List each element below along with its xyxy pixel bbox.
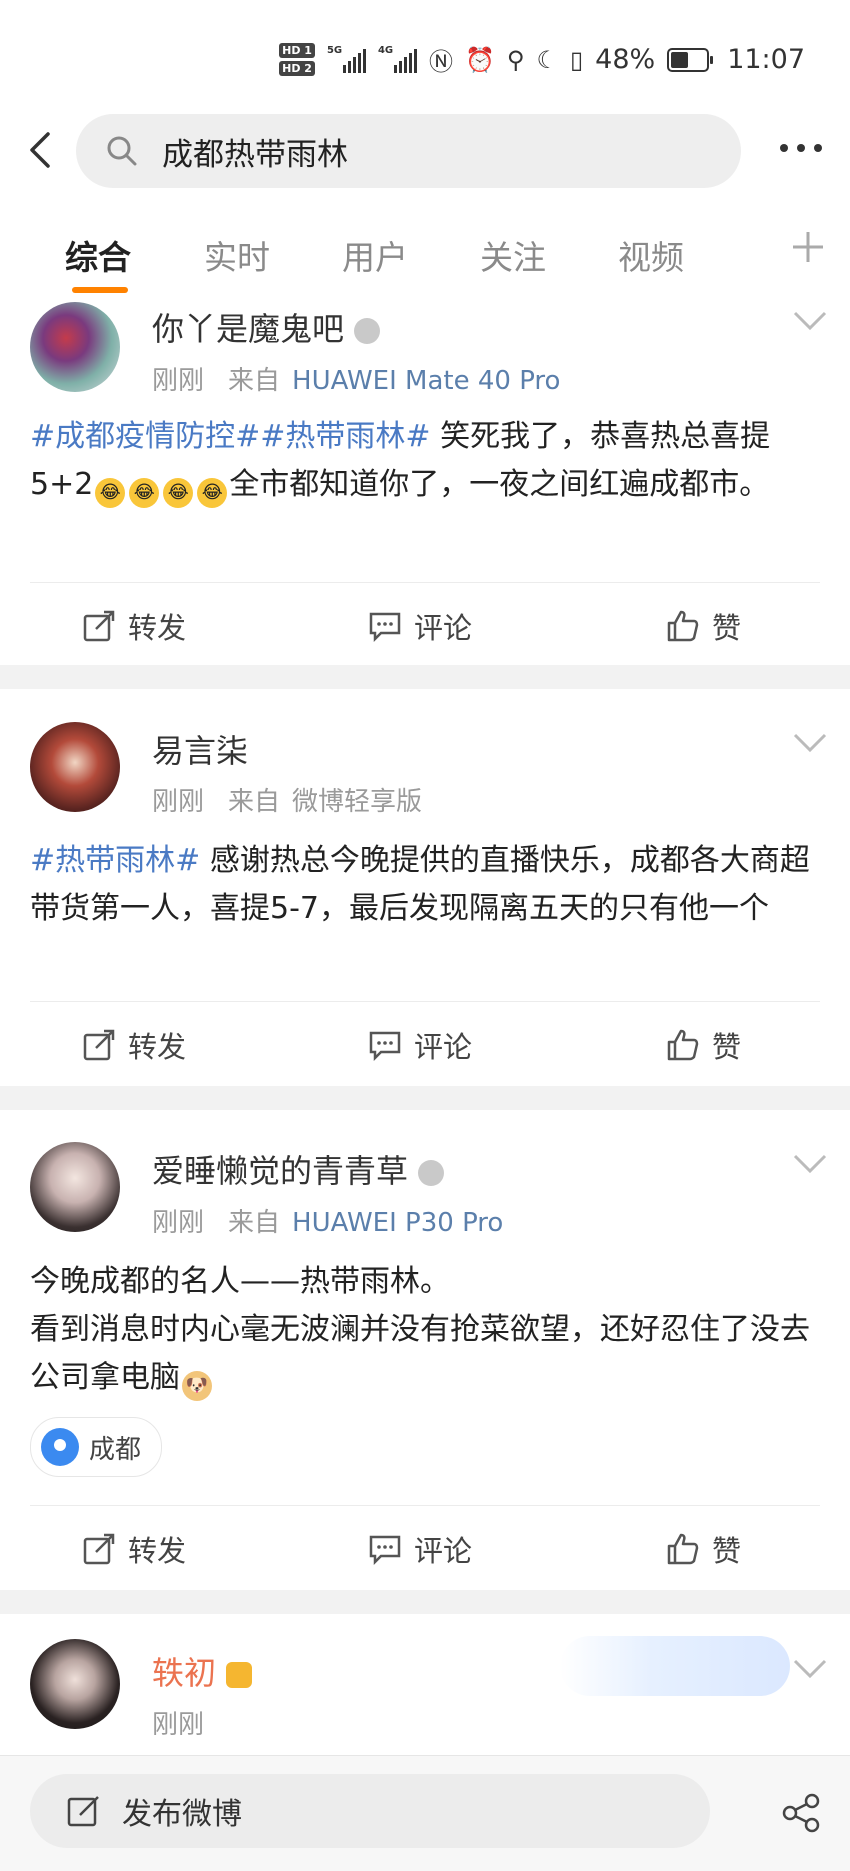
- like-button[interactable]: 赞: [666, 1528, 741, 1570]
- thumbs-up-icon: [667, 1533, 699, 1565]
- post-text: 今晚成都的名人——热带雨林。 看到消息时内心毫无波澜并没有抢菜欲望，还好忍住了没…: [30, 1258, 820, 1402]
- action-bar: 转发 评论 赞: [30, 1001, 820, 1082]
- username[interactable]: 爱睡懒觉的青青草: [152, 1146, 445, 1192]
- alarm-icon: ⏰: [464, 45, 495, 74]
- post-text: #热带雨林# 感谢热总今晚提供的直播快乐，成都各大商超带货第一人，喜提5-7，最…: [30, 843, 810, 926]
- share-icon[interactable]: [780, 1792, 822, 1834]
- battery-icon: [667, 47, 714, 72]
- username[interactable]: 易言柒: [152, 726, 248, 772]
- post-card: 轶初 刚刚: [0, 1614, 850, 1755]
- post-card: 你丫是魔鬼吧 刚刚 来自 HUAWEI Mate 40 Pro #成都疫情防控##热…: [0, 300, 850, 665]
- location-icon: ⚲: [506, 45, 525, 74]
- action-bar: 转发 评论 赞: [30, 582, 820, 663]
- tab-videos[interactable]: 视频: [618, 231, 684, 279]
- repost-button[interactable]: 转发: [82, 605, 186, 647]
- edit-icon: [67, 1796, 99, 1827]
- laugh-emoji-icon: 😂: [163, 478, 194, 508]
- chevron-down-icon[interactable]: [792, 732, 828, 754]
- thumbs-up-icon: [667, 610, 699, 642]
- hashtag-link[interactable]: #成都疫情防控##热带雨林#: [30, 419, 431, 454]
- divider: [0, 1086, 850, 1110]
- post-card: 爱睡懒觉的青青草 刚刚 来自 HUAWEI P30 Pro 今晚成都的名人——热带雨…: [0, 1110, 850, 1590]
- hashtag-link[interactable]: #热带雨林#: [30, 843, 200, 878]
- add-tab-icon[interactable]: [791, 230, 825, 264]
- username[interactable]: 你丫是魔鬼吧: [152, 304, 381, 350]
- status-bar: HD 1 HD 2 5G 4G Ⓝ ⏰ ⚲ ☾ ▯ 48% 11:07: [0, 0, 850, 115]
- laugh-emoji-icon: 😂: [95, 478, 126, 508]
- repost-button[interactable]: 转发: [82, 1024, 186, 1066]
- moon-icon: ☾: [536, 45, 558, 74]
- comment-button[interactable]: 评论: [368, 1024, 472, 1066]
- post-meta: 刚刚 来自 微博轻享版: [152, 787, 423, 817]
- avatar[interactable]: [30, 1142, 120, 1232]
- more-options-icon[interactable]: [780, 144, 822, 152]
- laugh-emoji-icon: 😂: [197, 478, 228, 508]
- post-card: 易言柒 刚刚 来自 微博轻享版 #热带雨林# 感谢热总今晚提供的直播快乐，成都各大商…: [0, 689, 850, 1086]
- card-decoration: [560, 1636, 790, 1696]
- vibrate-icon: ▯: [569, 45, 584, 74]
- location-tag[interactable]: 成都: [30, 1417, 163, 1477]
- back-arrow-icon[interactable]: [22, 130, 62, 170]
- tab-comprehensive[interactable]: 综合: [65, 231, 131, 279]
- signal-5g-icon: 5G: [327, 45, 366, 73]
- divider: [0, 1590, 850, 1614]
- medal-icon: [418, 1160, 445, 1186]
- chevron-down-icon[interactable]: [792, 1153, 828, 1175]
- tab-following[interactable]: 关注: [480, 231, 546, 279]
- post-text: #成都疫情防控##热带雨林# 笑死我了，恭喜热总喜提5+2 😂 😂 😂 😂 全市都知道你了…: [30, 413, 820, 509]
- repost-icon: [83, 610, 115, 642]
- search-icon: [107, 136, 137, 166]
- post-meta: 刚刚: [152, 1710, 205, 1740]
- avatar[interactable]: [30, 302, 120, 392]
- chevron-down-icon[interactable]: [792, 310, 828, 332]
- username[interactable]: 轶初: [152, 1648, 253, 1694]
- comment-icon: [369, 1031, 401, 1062]
- doge-emoji-icon: 🐶: [182, 1371, 212, 1401]
- battery-percent: 48%: [595, 44, 656, 75]
- post-meta: 刚刚 来自 HUAWEI P30 Pro: [152, 1208, 504, 1238]
- avatar[interactable]: [30, 722, 120, 812]
- tab-bar: 综合 实时 用户 关注 视频: [0, 205, 850, 301]
- repost-button[interactable]: 转发: [82, 1528, 186, 1570]
- location-pin-icon: [41, 1428, 79, 1466]
- action-bar: 转发 评论 赞: [30, 1505, 820, 1586]
- avatar[interactable]: [30, 1639, 120, 1729]
- thumbs-up-icon: [667, 1029, 699, 1061]
- comment-icon: [369, 1535, 401, 1566]
- search-header: 成都热带雨林: [0, 100, 850, 200]
- medal-icon: [354, 318, 381, 344]
- nfc-icon: Ⓝ: [428, 48, 453, 76]
- divider: [0, 665, 850, 689]
- tab-realtime[interactable]: 实时: [204, 231, 270, 279]
- laugh-emoji-icon: 😂: [129, 478, 160, 508]
- like-button[interactable]: 赞: [666, 1024, 741, 1066]
- comment-icon: [369, 612, 401, 643]
- compose-button[interactable]: 发布微博: [30, 1774, 710, 1848]
- hd-indicator: HD 1 HD 2: [279, 43, 315, 76]
- tab-users[interactable]: 用户: [342, 231, 408, 279]
- comment-button[interactable]: 评论: [368, 605, 472, 647]
- active-tab-indicator: [72, 287, 128, 293]
- vip-crown-icon: [226, 1662, 253, 1688]
- like-button[interactable]: 赞: [666, 605, 741, 647]
- repost-icon: [83, 1029, 115, 1061]
- search-input[interactable]: 成都热带雨林: [76, 114, 741, 188]
- clock: 11:07: [727, 44, 805, 75]
- comment-button[interactable]: 评论: [368, 1528, 472, 1570]
- search-query: 成都热带雨林: [162, 136, 348, 173]
- bottom-bar: 发布微博: [0, 1755, 850, 1871]
- post-meta: 刚刚 来自 HUAWEI Mate 40 Pro: [152, 366, 561, 396]
- signal-4g-icon: 4G: [378, 45, 417, 73]
- chevron-down-icon[interactable]: [792, 1658, 828, 1680]
- repost-icon: [83, 1533, 115, 1565]
